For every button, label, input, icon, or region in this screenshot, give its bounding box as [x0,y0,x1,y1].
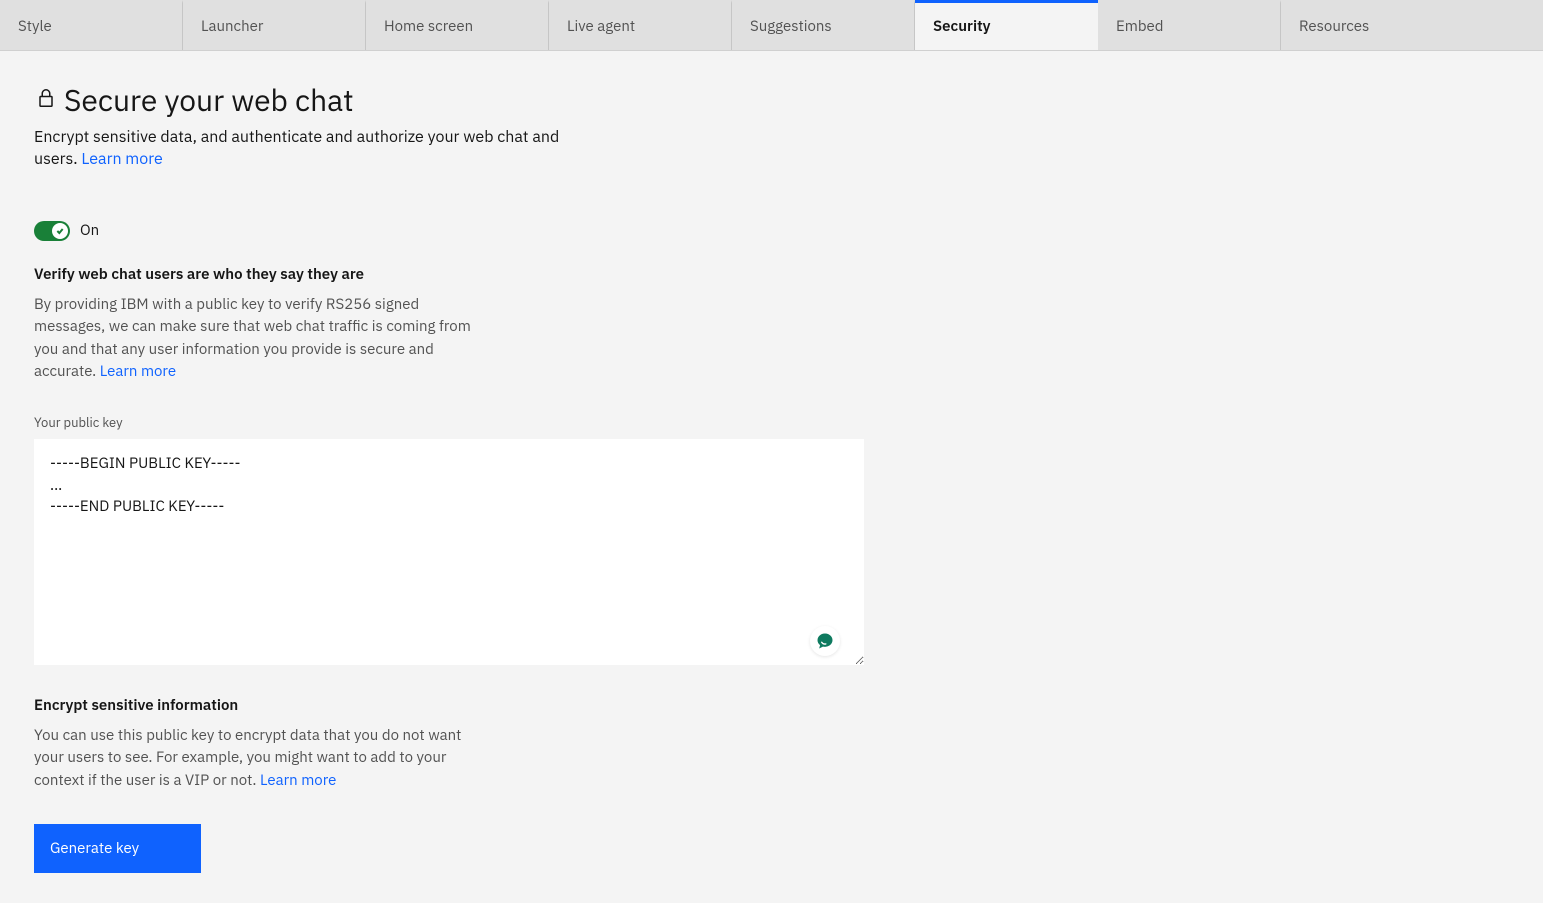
toggle-handle [52,223,68,239]
tab-bar: Style Launcher Home screen Live agent Su… [0,0,1543,51]
verify-section: Verify web chat users are who they say t… [34,265,864,670]
tab-security[interactable]: Security [915,0,1098,50]
lock-icon [34,86,58,115]
learn-more-header-link[interactable]: Learn more [81,149,162,169]
security-toggle-row: On [34,221,1509,241]
tab-resources[interactable]: Resources [1281,0,1464,50]
public-key-wrap [34,439,864,670]
tab-embed[interactable]: Embed [1098,0,1281,50]
tab-home-screen[interactable]: Home screen [366,0,549,50]
tab-live-agent[interactable]: Live agent [549,0,732,50]
security-toggle[interactable] [34,221,70,241]
encrypt-desc: You can use this public key to encrypt d… [34,725,474,793]
content-area: Secure your web chat Encrypt sensitive d… [0,51,1543,903]
tab-style[interactable]: Style [0,0,183,50]
page-title: Secure your web chat [64,81,354,120]
public-key-label: Your public key [34,414,864,431]
verify-title: Verify web chat users are who they say t… [34,265,864,284]
public-key-textarea[interactable] [34,439,864,665]
encrypt-title: Encrypt sensitive information [34,696,864,715]
tab-launcher[interactable]: Launcher [183,0,366,50]
page-subtitle: Encrypt sensitive data, and authenticate… [34,126,594,171]
toggle-label: On [80,221,99,240]
tab-suggestions[interactable]: Suggestions [732,0,915,50]
learn-more-encrypt-link[interactable]: Learn more [260,771,336,790]
learn-more-verify-link[interactable]: Learn more [100,362,176,381]
encrypt-section: Encrypt sensitive information You can us… [34,696,864,793]
generate-key-button[interactable]: Generate key [34,824,201,873]
chat-bubble-icon[interactable] [810,626,840,656]
verify-desc: By providing IBM with a public key to ve… [34,294,474,384]
page-header: Secure your web chat [34,81,1509,120]
